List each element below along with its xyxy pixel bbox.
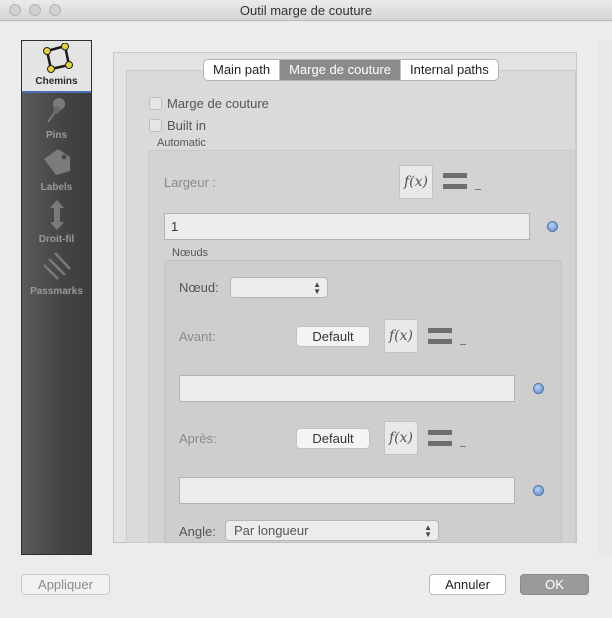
- ok-button[interactable]: OK: [520, 574, 589, 595]
- pin-icon: [46, 98, 65, 123]
- tab-internal-paths[interactable]: Internal paths: [401, 60, 498, 80]
- width-formula-button[interactable]: f(x): [399, 165, 433, 199]
- before-input[interactable]: [179, 375, 515, 402]
- width-label: Largeur :: [164, 175, 217, 190]
- seam-allowance-checkbox[interactable]: [149, 97, 162, 110]
- built-in-checkbox[interactable]: [149, 119, 162, 132]
- after-info-icon[interactable]: [533, 485, 544, 496]
- tab-main-path[interactable]: Main path: [204, 60, 281, 80]
- sidebar-item-passmarks[interactable]: Passmarks: [22, 249, 91, 301]
- label-tag-icon: [43, 149, 70, 175]
- before-info-icon[interactable]: [533, 383, 544, 394]
- angle-select-value: Par longueur: [234, 523, 309, 538]
- tab-marge-de-couture[interactable]: Marge de couture: [280, 60, 401, 80]
- built-in-label: Built in: [167, 118, 207, 133]
- chevron-updown-icon: ▲ ▼: [424, 523, 432, 539]
- sidebar-item-label: Droit-fil: [38, 234, 75, 245]
- cancel-button[interactable]: Annuler: [429, 574, 506, 595]
- sidebar: Chemins Pins Labels Droit-fil Passmarks: [21, 40, 92, 555]
- dash-mark: [475, 189, 481, 190]
- before-label: Avant:: [179, 329, 216, 344]
- after-formula-button[interactable]: f(x): [384, 421, 418, 455]
- sidebar-item-label: Chemins: [35, 76, 78, 87]
- equals-icon: [428, 328, 452, 346]
- chevron-updown-icon: ▲ ▼: [313, 280, 321, 296]
- sidebar-item-label: Passmarks: [30, 286, 83, 297]
- sidebar-item-labels[interactable]: Labels: [22, 145, 91, 197]
- node-label: Nœud:: [179, 280, 219, 295]
- after-default-button[interactable]: Default: [296, 428, 370, 449]
- sidebar-item-chemins[interactable]: Chemins: [22, 41, 91, 93]
- equals-icon: [428, 430, 452, 448]
- after-label: Après:: [179, 431, 217, 446]
- tab-bar: Main path Marge de couture Internal path…: [203, 59, 499, 81]
- angle-label: Angle:: [179, 524, 216, 539]
- sidebar-item-label: Pins: [45, 130, 68, 141]
- sidebar-item-pins[interactable]: Pins: [22, 93, 91, 145]
- sidebar-item-droit-fil[interactable]: Droit-fil: [22, 197, 91, 249]
- window-edge: [598, 40, 612, 555]
- after-input[interactable]: [179, 477, 515, 504]
- function-icon: f(x): [403, 174, 428, 190]
- angle-select[interactable]: Par longueur ▲ ▼: [225, 520, 439, 541]
- equals-icon: [443, 173, 467, 191]
- width-info-icon[interactable]: [547, 221, 558, 232]
- nodes-group-title: Nœuds: [172, 247, 209, 259]
- function-icon: f(x): [388, 430, 413, 446]
- dash-mark: [460, 344, 466, 345]
- path-polygon-icon: [42, 43, 73, 73]
- passmarks-icon: [42, 252, 71, 280]
- sidebar-item-label: Labels: [40, 182, 73, 193]
- seam-allowance-label: Marge de couture: [167, 96, 269, 111]
- apply-button[interactable]: Appliquer: [21, 574, 110, 595]
- dash-mark: [460, 446, 466, 447]
- before-formula-button[interactable]: f(x): [384, 319, 418, 353]
- width-input[interactable]: 1: [164, 213, 530, 240]
- before-default-button[interactable]: Default: [296, 326, 370, 347]
- grainline-arrow-icon: [49, 200, 64, 230]
- automatic-group-title: Automatic: [157, 137, 206, 149]
- function-icon: f(x): [388, 328, 413, 344]
- window-title: Outil marge de couture: [239, 3, 373, 18]
- node-select[interactable]: ▲ ▼: [230, 277, 328, 298]
